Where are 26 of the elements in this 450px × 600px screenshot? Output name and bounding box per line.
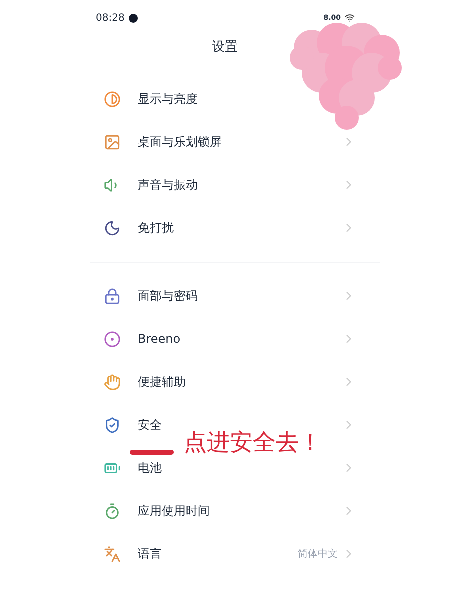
- contrast-icon: [104, 90, 121, 108]
- wifi-icon: [345, 13, 355, 23]
- row-label: 语言: [138, 546, 163, 563]
- moon-icon: [104, 220, 121, 236]
- annotation-text: 点进安全去！: [184, 429, 322, 458]
- row-label: 桌面与乐划锁屏: [138, 134, 223, 151]
- row-value: 简体中文: [298, 548, 338, 562]
- language-icon: [104, 546, 121, 562]
- row-label: 应用使用时间: [138, 503, 211, 520]
- row-label: 便捷辅助: [138, 374, 187, 391]
- lock-icon: [104, 288, 121, 304]
- status-time: 08:28: [96, 12, 125, 26]
- target-icon: [104, 330, 121, 348]
- row-label: 面部与密码: [138, 288, 199, 305]
- page-title: 设置: [212, 39, 238, 57]
- row-label: Breeno: [138, 331, 182, 348]
- row-label: 声音与振动: [138, 177, 199, 194]
- row-label: 显示与亮度: [138, 91, 199, 108]
- row-label: 免打扰: [138, 220, 175, 237]
- timer-icon: [104, 502, 121, 520]
- row-label: 电池: [138, 460, 163, 477]
- marker-underline: [130, 450, 174, 455]
- image-icon: [104, 134, 121, 150]
- row-label: 安全: [138, 417, 163, 434]
- shield-icon: [104, 416, 121, 434]
- hand-icon: [104, 374, 121, 390]
